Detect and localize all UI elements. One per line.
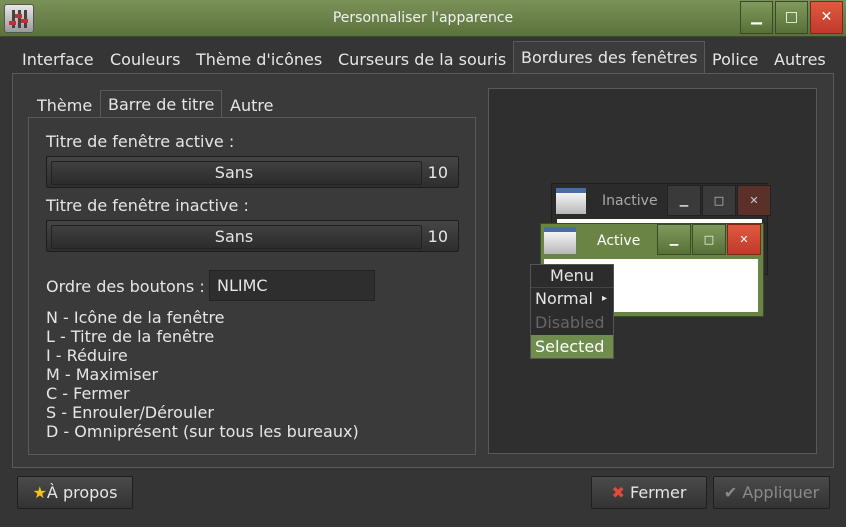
tab-curseurs[interactable]: Curseurs de la souris [338,44,506,74]
button-order-input[interactable]: NLIMC [209,270,375,301]
chevron-right-icon: ▸ [601,293,607,304]
active-title-text: Active [597,233,641,249]
inactive-title-label: Titre de fenêtre inactive : [46,196,249,215]
close-button[interactable]: ✕ [810,1,843,34]
x-icon: ✖ [611,483,625,502]
inactive-close-icon: ✕ [737,185,771,216]
subtab-barre-titre[interactable]: Barre de titre [100,90,223,118]
preview-menu: Menu Normal ▸ Disabled Selected [530,264,614,359]
about-button[interactable]: ★À propos [17,476,133,509]
window-title: Personnaliser l'apparence [332,10,514,26]
inactive-minimize-icon: ▁ [667,185,701,216]
menu-item-disabled: Disabled [535,313,605,332]
tab-autres[interactable]: Autres [774,44,826,74]
window-titlebar[interactable]: Personnaliser l'apparence ▁ □ ✕ [0,0,846,37]
legend-item: C - Fermer [46,384,130,403]
button-order-label: Ordre des boutons : [46,277,205,296]
tab-police[interactable]: Police [712,44,758,74]
close-icon: ✕ [820,9,833,25]
tab-interface[interactable]: Interface [22,44,94,74]
active-close-icon: ✕ [727,224,761,255]
active-font-button[interactable]: Sans 10 [46,156,459,188]
maximize-button[interactable]: □ [775,1,808,34]
tab-theme-icones[interactable]: Thème d'icônes [196,44,322,74]
inactive-maximize-icon: □ [702,185,736,216]
apply-button[interactable]: ✔ Appliquer [713,476,830,509]
tab-bordures[interactable]: Bordures des fenêtres [513,41,705,74]
inactive-title-text: Inactive [602,193,658,209]
menu-title: Menu [531,265,613,288]
active-font-size: 10 [427,163,448,182]
subtab-theme[interactable]: Thème [37,96,92,115]
legend-item: N - Icône de la fenêtre [46,308,225,327]
menu-item-selected: Selected [531,335,613,358]
star-icon: ★ [32,483,47,502]
minimize-icon: ▁ [751,9,762,25]
active-maximize-icon: □ [692,224,726,255]
cancel-button[interactable]: ✖ Fermer [591,476,707,509]
legend-item: M - Maximiser [46,365,159,384]
inactive-font-name: Sans [214,227,254,246]
legend-item: L - Titre de la fenêtre [46,327,215,346]
active-minimize-icon: ▁ [657,224,691,255]
active-font-name: Sans [214,163,254,182]
check-icon: ✔ [723,483,738,502]
subtab-autre[interactable]: Autre [230,96,273,115]
maximize-icon: □ [784,9,799,25]
window-thumbnail-icon [544,227,576,254]
minimize-button[interactable]: ▁ [740,1,773,34]
inactive-font-size: 10 [427,227,448,246]
window-thumbnail-icon [556,188,586,214]
tab-couleurs[interactable]: Couleurs [110,44,180,74]
legend-item: I - Réduire [46,346,128,365]
legend-item: S - Enrouler/Dérouler [46,403,214,422]
active-title-label: Titre de fenêtre active : [46,132,235,151]
inactive-font-button[interactable]: Sans 10 [46,220,459,252]
menu-item-normal: Normal ▸ [535,289,607,308]
legend-item: D - Omniprésent (sur tous les bureaux) [46,422,359,441]
